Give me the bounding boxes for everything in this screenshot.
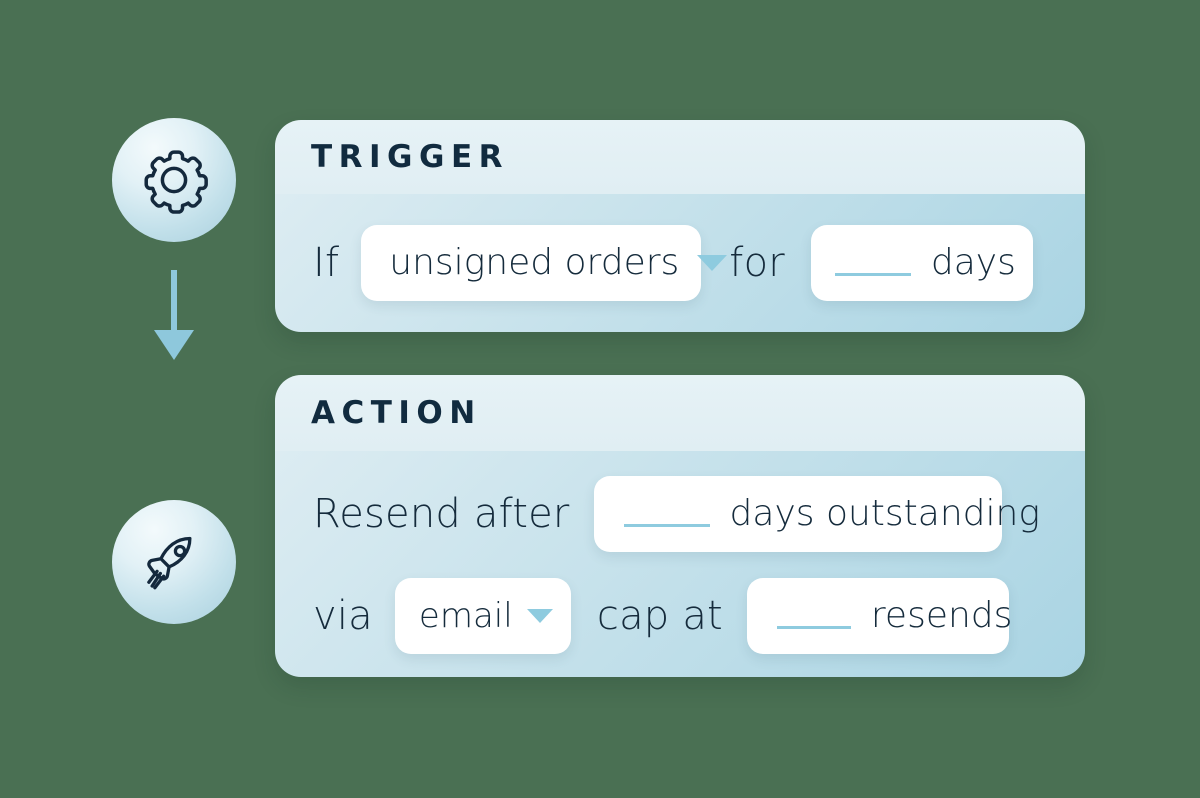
action-card-body: Resend after days outstanding via email … [275, 451, 1085, 677]
action-middle-text: cap at [596, 593, 723, 639]
trigger-duration-input[interactable] [834, 251, 911, 276]
action-resend-prefix-text: Resend after [313, 491, 570, 537]
action-threshold-input[interactable] [623, 502, 710, 527]
action-resend-row: Resend after days outstanding [305, 462, 1055, 566]
trigger-card-title: TRIGGER [311, 138, 509, 175]
action-card-title: ACTION [311, 394, 482, 431]
action-channel-value: email [418, 596, 513, 636]
action-threshold-field[interactable]: days outstanding [593, 476, 1040, 552]
action-channel-prefix-text: via [313, 593, 373, 639]
trigger-condition-select[interactable]: unsigned orders [361, 225, 728, 301]
down-arrow-icon [154, 270, 194, 360]
trigger-card-body: If unsigned orders for days [275, 194, 1085, 332]
action-cap-unit-label: resends [870, 595, 1013, 636]
gear-icon [144, 150, 208, 214]
action-cap-field[interactable]: resends [746, 578, 1012, 654]
chevron-down-icon[interactable] [697, 255, 728, 271]
trigger-card-header: TRIGGER [275, 120, 1085, 194]
trigger-condition-value: unsigned orders [389, 242, 680, 283]
trigger-condition-row: If unsigned orders for days [305, 194, 1055, 332]
chevron-down-icon[interactable] [526, 609, 553, 623]
action-card-header: ACTION [275, 375, 1085, 451]
action-channel-row: via email cap at resends [305, 566, 1055, 666]
action-card: ACTION Resend after days outstanding via… [275, 375, 1085, 677]
trigger-duration-field[interactable]: days [810, 225, 1033, 301]
trigger-prefix-text: If [313, 240, 340, 286]
rocket-icon [147, 536, 192, 590]
trigger-middle-text: for [729, 240, 785, 286]
action-step-icon-bubble [112, 500, 236, 624]
trigger-card: TRIGGER If unsigned orders for days [275, 120, 1085, 332]
automation-rule-builder: TRIGGER If unsigned orders for days ACTI… [0, 0, 1200, 798]
action-threshold-unit-label: days outstanding [729, 493, 1040, 534]
action-cap-input[interactable] [776, 604, 851, 629]
trigger-step-icon-bubble [112, 118, 236, 242]
step-rail [112, 118, 236, 678]
action-channel-select[interactable]: email [394, 578, 571, 654]
trigger-duration-unit-label: days [930, 242, 1016, 283]
